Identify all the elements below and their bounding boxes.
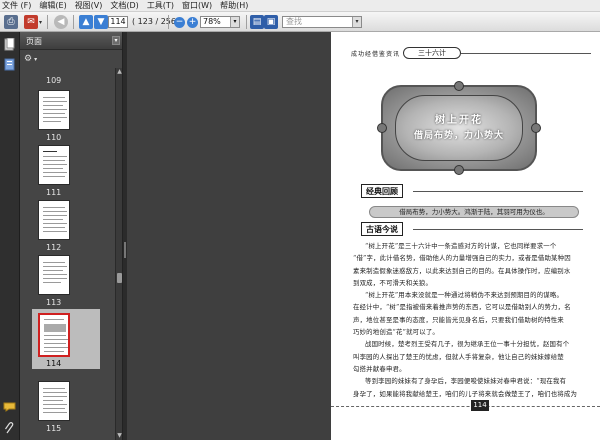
chapter-title: 树上开花 [435, 115, 483, 126]
find-input[interactable]: 查找 ▾ [282, 16, 362, 28]
menu-tools[interactable]: 工具(T) [147, 0, 174, 11]
arrow-up-icon: ▲ [79, 15, 93, 29]
running-header-left: 成功经借鉴资讯 [351, 51, 401, 58]
printer-icon: ⎙ [4, 15, 18, 29]
quote-banner: 借局布势，力小势大。鸿渐于陆，其羽可用为仪也。 [369, 206, 579, 218]
thumbnail-label: 114 [46, 359, 62, 368]
panel-header: 页面 ▾ [20, 32, 122, 50]
body-line: 到双成，不可滑天和关狼。 [353, 278, 433, 287]
chapter-subtitle: 借局布势，力小势大 [413, 131, 504, 141]
menu-help[interactable]: 帮助(H) [220, 0, 248, 11]
zoom-out-button[interactable]: − [174, 15, 185, 29]
footer-rule [331, 406, 600, 407]
toolbar: ⎙ ✉ ▾ ◀ ▲ ▼ 114 ( 123 / 256 ) − + 78% ▾ … [0, 12, 600, 32]
zoom-in-icon: + [187, 16, 198, 28]
next-page-button[interactable]: ▼ [94, 15, 108, 29]
envelope-icon: ✉ [24, 15, 38, 29]
menu-bar: 文件 (F) 编辑(E) 视图(V) 文档(D) 工具(T) 窗口(W) 帮助(… [0, 0, 600, 12]
zoom-out-icon: − [174, 16, 185, 28]
thumbnail-page [38, 200, 70, 240]
scroll-down-icon[interactable]: ▼ [116, 432, 122, 440]
thumbnail-label: 113 [46, 298, 62, 307]
zoom-select[interactable]: 78% ▾ [200, 16, 240, 28]
thumbnail-label: 109 [46, 76, 62, 85]
menu-window[interactable]: 窗口(W) [182, 0, 212, 11]
page-width-icon: ▣ [264, 15, 278, 29]
body-line: 声，地位甚至是事的态度，只能皆光见身名后，只要我们借助树的特性来 [353, 315, 564, 324]
back-icon: ◀ [54, 15, 68, 29]
bookmarks-panel-icon[interactable] [3, 58, 16, 71]
pages-panel-icon[interactable] [3, 38, 16, 51]
thumbnail-page [38, 145, 70, 185]
menu-file[interactable]: 文件 (F) [2, 0, 31, 11]
navigation-rail [0, 32, 20, 440]
thumbnail-label: 110 [46, 133, 62, 142]
arrow-down-icon: ▼ [94, 15, 108, 29]
attachments-icon[interactable] [3, 422, 16, 435]
body-line: “树上开花”用本来没就是一种通过将稍伪不来达到预期目的的谋略。 [365, 291, 564, 300]
scroll-up-icon[interactable]: ▲ [116, 68, 122, 76]
body-line: 巧妙的地创造“花”就可以了。 [353, 328, 440, 337]
pages-panel: 页面 ▾ ⚙ ▾ 109 110 111 112 113 114 115 ▲ ▼ [20, 32, 123, 440]
options-icon: ⚙ [24, 54, 33, 64]
fit-width-button[interactable]: ▣ [264, 15, 278, 29]
thumbnail-page [38, 255, 70, 295]
document-page: 成功经借鉴资讯 三十六计 树上开花 借局布势，力小势大 经典回顾 借局布势，力小… [331, 32, 600, 440]
prev-page-button[interactable]: ▲ [79, 15, 93, 29]
menu-view[interactable]: 视图(V) [75, 0, 103, 11]
body-line: 身孕了，如果能将我献给楚王，咱们的儿子将来就会做楚王了，咱们也将成为 [353, 389, 578, 398]
panel-title: 页面 [26, 37, 42, 46]
document-view[interactable]: 成功经借鉴资讯 三十六计 树上开花 借局布势，力小势大 经典回顾 借局布势，力小… [127, 32, 600, 440]
email-button[interactable]: ✉ ▾ [24, 15, 42, 29]
body-line: 勾搭并献春申君。 [353, 364, 406, 373]
menu-document[interactable]: 文档(D) [110, 0, 138, 11]
fit-page-button[interactable]: ▤ [250, 15, 264, 29]
thumbnail-label: 112 [46, 243, 62, 252]
thumbnail-label: 115 [46, 424, 62, 433]
scrollbar-thumb[interactable] [117, 273, 122, 283]
chevron-down-icon: ▾ [352, 17, 361, 27]
body-line: “树上开花”是三十六计中一条造感对方的计谋，它也同样要求一个 [365, 242, 557, 250]
body-text: “树上开花”是三十六计中一条造感对方的计谋，它也同样要求一个 “借”字，此计借名… [353, 240, 591, 400]
section-heading-modern: 古语今说 [361, 222, 403, 236]
section-heading-classic: 经典回顾 [361, 184, 403, 198]
splitter-grip[interactable] [124, 242, 126, 258]
body-line: 战国时候，楚考烈王受有几子，很为继承王位一事十分担忧，赵国有个 [365, 340, 570, 349]
zoom-in-button[interactable]: + [187, 15, 198, 29]
back-button[interactable]: ◀ [54, 15, 68, 29]
menu-edit[interactable]: 编辑(E) [39, 0, 66, 11]
chevron-down-icon: ▾ [39, 18, 43, 26]
body-line: 素来制造假象迷惑敌方，以此来达到自己的目的。在具体操作时，应编别水 [353, 266, 571, 275]
panel-options-button[interactable]: ⚙ ▾ [24, 54, 37, 64]
thumbnail-label: 111 [46, 188, 62, 197]
running-header-title: 三十六计 [403, 47, 461, 59]
body-line: 在经计中，“树”是指被借来着推声势的东西，它可以是借助别人的势力，名 [353, 303, 571, 312]
thumbnail-scrollbar[interactable]: ▲ ▼ [115, 68, 122, 440]
chevron-down-icon: ▾ [230, 17, 239, 27]
page-fit-icon: ▤ [250, 15, 264, 29]
section-rule [413, 191, 583, 192]
section-rule [413, 229, 583, 230]
print-button[interactable]: ⎙ [4, 15, 18, 29]
page-number: 114 [471, 400, 489, 411]
zoom-value: 78% [203, 17, 221, 26]
body-line: “借”字，此计借名势，借助他人的力量增强自己的实力，或者是借助某种因 [353, 254, 571, 263]
page-number-input[interactable]: 114 [108, 16, 128, 28]
chapter-banner: 树上开花 借局布势，力小势大 [377, 81, 541, 175]
body-line: 等到李园的妹妹有了身孕后，李园便唆使妹妹对春申君说：“现在我有 [365, 377, 567, 386]
thumbnail-page [38, 313, 70, 357]
panel-menu-button[interactable]: ▾ [112, 36, 120, 45]
thumbnail-page [38, 90, 70, 130]
find-placeholder: 查找 [286, 17, 302, 26]
body-line: 叫李园的人探出了楚王的忧虑，但就人手将复杂，他让自己的妹妹嫁给楚 [353, 352, 564, 361]
thumbnail-list: 109 110 111 112 113 114 115 [20, 68, 116, 440]
comments-icon[interactable] [3, 400, 16, 413]
header-rule [461, 53, 591, 54]
thumbnail-page [38, 381, 70, 421]
chevron-down-icon: ▾ [34, 55, 38, 63]
